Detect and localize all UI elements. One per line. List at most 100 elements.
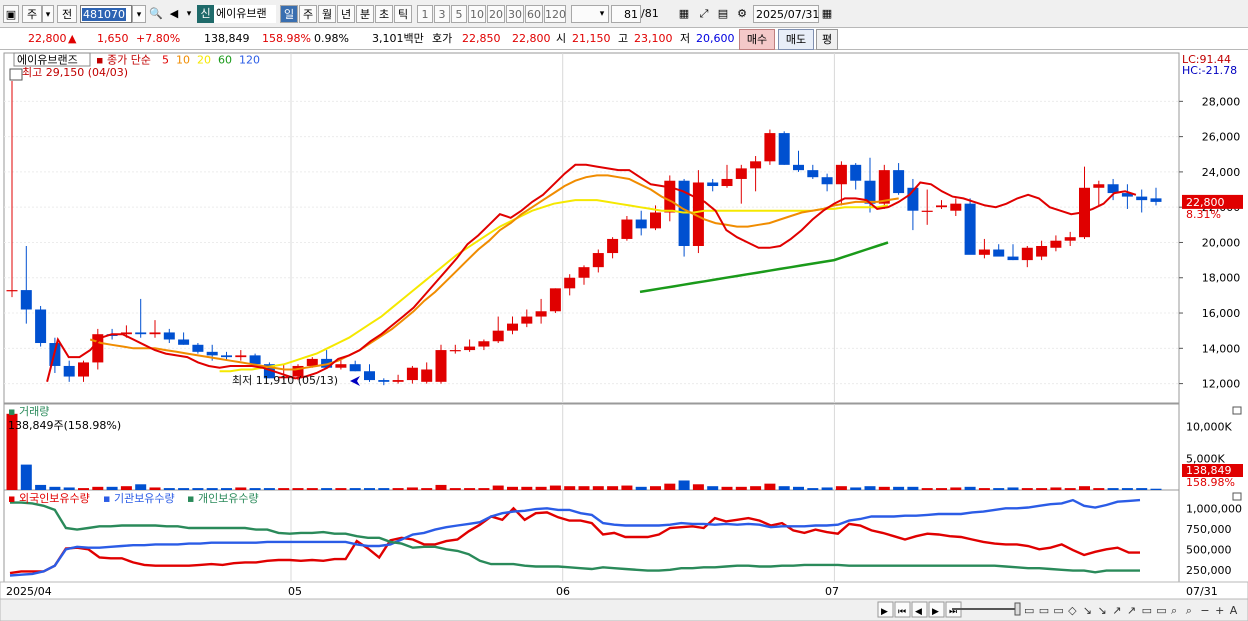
candle-body	[135, 332, 147, 335]
volume-bar	[650, 486, 661, 490]
trade-amount: 3,101백만	[372, 32, 424, 45]
prev-button[interactable]: 전	[57, 5, 77, 23]
interval-button-30[interactable]: 30	[506, 5, 524, 23]
change-value: 1,650	[97, 32, 129, 45]
candle-body	[392, 380, 404, 382]
candle-body	[1050, 240, 1062, 248]
interval-button-120[interactable]: 120	[544, 5, 566, 23]
period-button-1[interactable]: 주	[299, 5, 317, 23]
interval-button-3[interactable]: 3	[434, 5, 450, 23]
tool-icon-7: ↗	[1127, 604, 1136, 617]
volume-bar	[1021, 488, 1033, 490]
calendar-icon[interactable]: ▦	[819, 5, 835, 23]
period-button-4[interactable]: 분	[356, 5, 374, 23]
candle-body	[936, 205, 947, 208]
draw-icon[interactable]: ⤢	[695, 5, 713, 23]
volume-tick-label: 10,000K	[1186, 421, 1232, 434]
interval-button-1[interactable]: 1	[417, 5, 433, 23]
volume-bar	[592, 486, 604, 490]
candle-body	[793, 164, 804, 171]
high-price: 23,100	[634, 32, 673, 45]
save-icon[interactable]: ▤	[714, 5, 732, 23]
nav-glyph-1: ⏮	[898, 607, 906, 617]
price-tick-label: 12,000	[1202, 378, 1241, 391]
volume-bar	[507, 486, 518, 490]
candle-body	[707, 182, 719, 187]
x-label-jun: 06	[556, 585, 570, 598]
volume-bar	[392, 488, 404, 490]
period-button-0[interactable]: 일	[280, 5, 298, 23]
sell-button[interactable]: 매도	[778, 29, 814, 50]
candle-body	[435, 350, 447, 382]
period-button-5[interactable]: 초	[375, 5, 393, 23]
stock-code-input[interactable]: 481070	[80, 5, 132, 23]
volume-bar	[764, 483, 776, 490]
market-tab[interactable]: 주	[22, 5, 42, 23]
price-tick-label: 14,000	[1202, 342, 1241, 355]
candle-body	[163, 332, 175, 340]
count-input[interactable]: 81	[611, 5, 641, 23]
high-label: 고	[618, 32, 629, 45]
volume-bar	[921, 488, 933, 490]
volume-bar	[778, 486, 790, 490]
interval-button-20[interactable]: 20	[487, 5, 505, 23]
interval-button-60[interactable]: 60	[525, 5, 543, 23]
zoom-slider-handle[interactable]	[1014, 602, 1021, 616]
speaker-dropdown-icon[interactable]: ▾	[183, 5, 195, 23]
volume-ratio: 158.98%	[262, 32, 311, 45]
buy-button[interactable]: 매수	[739, 29, 775, 50]
holdings-legend-2: ▪ 개인보유수량	[187, 492, 259, 505]
volume-bar	[850, 487, 862, 490]
candle-body	[335, 364, 347, 368]
candle-body	[750, 161, 762, 169]
hc-label: HC:-21.78	[1182, 64, 1237, 77]
code-dropdown-icon[interactable]: ▾	[132, 5, 146, 23]
candle-body	[764, 133, 776, 162]
candle-body	[378, 380, 390, 382]
toolbar: ▣ 주 ▾ 전 481070 ▾ 🔍 ◀︎ ▾ 신 에이유브랜 일주월년분초틱 …	[0, 0, 1248, 28]
volume-bar	[63, 487, 75, 490]
holdings-close-icon[interactable]	[1232, 492, 1242, 501]
candle-body	[20, 290, 32, 310]
x-label-may: 05	[288, 585, 302, 598]
holdings-legend-1: ▪ 기관보유수량	[103, 492, 175, 505]
turnover: 0.98%	[314, 32, 349, 45]
volume-bar	[1064, 488, 1076, 490]
price-tick-label: 24,000	[1202, 166, 1241, 179]
volume-bar	[735, 486, 747, 490]
chart-settings-icon[interactable]	[9, 68, 23, 81]
tool-icon-13: +	[1215, 604, 1224, 617]
window-icon[interactable]: ▣	[3, 5, 19, 23]
open-label: 시	[556, 32, 567, 45]
period-button-2[interactable]: 월	[318, 5, 336, 23]
volume-bar	[978, 488, 990, 490]
interval-button-10[interactable]: 10	[468, 5, 486, 23]
candle-body	[206, 351, 218, 356]
price-tick-label: 16,000	[1202, 307, 1241, 320]
x-label-end: 07/31	[1186, 585, 1218, 598]
candle-body	[449, 350, 461, 352]
grid-icon[interactable]: ▦	[675, 5, 693, 23]
volume-bar	[492, 485, 504, 490]
market-dropdown-icon[interactable]: ▾	[42, 5, 54, 23]
search-icon[interactable]: 🔍	[148, 5, 164, 23]
candle-body	[1150, 198, 1162, 202]
period-button-6[interactable]: 틱	[394, 5, 412, 23]
current-price: 22,800	[28, 32, 67, 45]
gear-icon[interactable]: ⚙	[733, 5, 751, 23]
eval-button[interactable]: 평	[816, 29, 838, 50]
period-button-3[interactable]: 년	[337, 5, 355, 23]
holdings-tick-label: 1,000,000	[1186, 502, 1242, 515]
max-annotation: 최고 29,150 (04/03)	[22, 66, 128, 79]
tool-icon-4: ↘	[1083, 604, 1092, 617]
candle-body	[1093, 184, 1105, 188]
date-input[interactable]: 2025/07/31	[753, 5, 819, 23]
speaker-icon[interactable]: ◀︎	[166, 5, 182, 23]
interval-button-5[interactable]: 5	[451, 5, 467, 23]
stock-chart[interactable]: 에이유브랜즈 ▪ 종가 단순 5 10 20 60 120 최고 29,150 (04/03)…	[0, 50, 1248, 621]
candle-body	[249, 355, 261, 365]
candle-body	[464, 346, 476, 351]
min-annotation: 최저 11,910 (05/13)	[232, 374, 338, 387]
interval-dropdown-icon[interactable]: ▾	[596, 5, 608, 23]
volume-close-icon[interactable]	[1232, 406, 1242, 415]
